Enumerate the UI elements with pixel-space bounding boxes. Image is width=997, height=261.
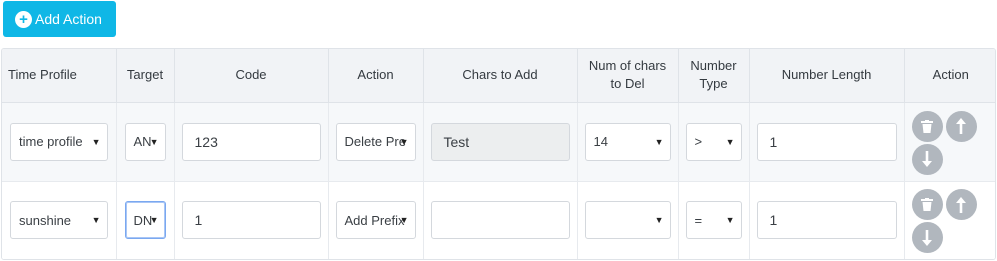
target-select[interactable]: DN ▼ — [124, 201, 166, 240]
delete-button[interactable] — [911, 189, 943, 221]
chevron-down-icon: ▼ — [725, 215, 735, 226]
num-chars-del-select[interactable]: 14 ▼ — [584, 122, 671, 161]
chevron-down-icon: ▼ — [399, 136, 409, 147]
move-down-button[interactable] — [911, 143, 943, 175]
target-select[interactable]: AN ▼ — [124, 122, 166, 161]
chars-to-add-input[interactable] — [430, 201, 570, 240]
header-num-chars-del: Num of chars to Del — [577, 49, 679, 103]
header-number-length: Number Length — [749, 49, 905, 103]
number-length-input[interactable]: 1 — [756, 201, 897, 240]
number-type-select[interactable]: = ▼ — [685, 201, 742, 240]
header-actions: Action — [904, 49, 995, 103]
trash-icon — [921, 119, 933, 133]
chevron-down-icon: ▼ — [91, 215, 101, 226]
arrow-down-icon — [922, 151, 932, 167]
arrow-down-icon — [922, 229, 932, 246]
add-action-button[interactable]: + Add Action — [3, 1, 116, 37]
code-input[interactable]: 123 — [181, 122, 321, 161]
row-actions — [905, 185, 996, 255]
chars-to-add-input[interactable]: Test — [430, 122, 570, 161]
table-header-row: Time Profile Target Code Action Chars to… — [2, 49, 995, 103]
header-target: Target — [116, 49, 175, 103]
move-up-button[interactable] — [945, 189, 977, 221]
chevron-down-icon: ▼ — [654, 136, 664, 147]
table-row: time profile ▼ AN ▼ 123 Delete Pre ▼ Tes… — [2, 102, 996, 182]
chevron-down-icon: ▼ — [399, 215, 409, 226]
header-time-profile: Time Profile — [2, 49, 117, 103]
num-chars-del-select[interactable]: ▼ — [584, 201, 671, 240]
table-row: sunshine ▼ DN ▼ 1 Add Prefix ▼ ▼ = ▼ 1 — [2, 181, 996, 259]
action-select[interactable]: Delete Pre ▼ — [335, 122, 416, 161]
actions-table: Time Profile Target Code Action Chars to… — [1, 48, 996, 260]
time-profile-select[interactable]: sunshine ▼ — [10, 201, 108, 240]
chevron-down-icon: ▼ — [91, 136, 101, 147]
trash-icon — [921, 198, 933, 212]
code-input[interactable]: 1 — [181, 201, 321, 240]
move-up-button[interactable] — [945, 110, 977, 142]
delete-button[interactable] — [911, 110, 943, 142]
arrow-up-icon — [956, 196, 966, 213]
header-chars-to-add: Chars to Add — [423, 49, 578, 103]
chevron-down-icon: ▼ — [149, 136, 159, 147]
add-action-label: Add Action — [35, 11, 102, 27]
header-code: Code — [174, 49, 329, 103]
row-actions — [905, 107, 996, 177]
time-profile-select[interactable]: time profile ▼ — [10, 122, 108, 161]
action-select[interactable]: Add Prefix ▼ — [335, 201, 416, 240]
header-number-type: Number Type — [678, 49, 750, 103]
arrow-up-icon — [956, 118, 966, 134]
chevron-down-icon: ▼ — [149, 215, 159, 226]
number-length-input[interactable]: 1 — [756, 122, 897, 161]
chevron-down-icon: ▼ — [725, 136, 735, 147]
move-down-button[interactable] — [911, 222, 943, 254]
chevron-down-icon: ▼ — [654, 215, 664, 226]
plus-circle-icon: + — [15, 10, 32, 28]
header-action: Action — [328, 49, 424, 103]
number-type-select[interactable]: > ▼ — [685, 122, 742, 161]
